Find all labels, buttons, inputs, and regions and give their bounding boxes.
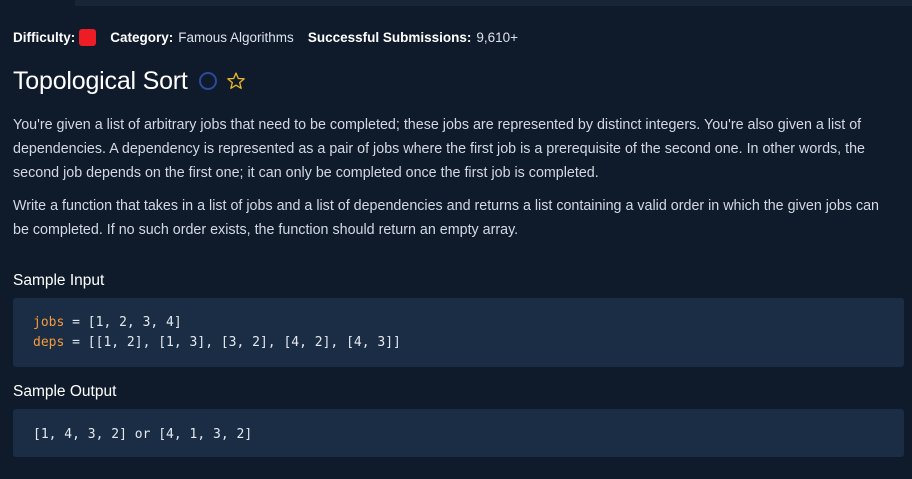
code-line: jobs = [1, 2, 3, 4] [33, 313, 904, 333]
sample-input-heading: Sample Input [13, 272, 105, 289]
sample-output-code: [1, 4, 3, 2] or [4, 1, 3, 2] [13, 409, 904, 457]
submissions-value: 9,610+ [476, 29, 519, 45]
submissions-label: Successful Submissions: [307, 29, 472, 45]
category-value: Famous Algorithms [178, 29, 294, 45]
code-value: = [[1, 2], [1, 3], [3, 2], [4, 2], [4, 3… [64, 335, 401, 350]
description-paragraph: Write a function that takes in a list of… [13, 198, 879, 238]
top-bar [0, 0, 912, 6]
title-row: Topological Sort [13, 64, 246, 98]
code-line: [1, 4, 3, 2] or [4, 1, 3, 2] [33, 427, 253, 442]
category: Category: Famous Algorithms [110, 30, 294, 45]
circle-outline-icon[interactable] [198, 72, 217, 90]
sample-input-code: jobs = [1, 2, 3, 4] deps = [[1, 2], [1, … [13, 298, 904, 367]
code-variable: deps [33, 335, 65, 350]
code-line: deps = [[1, 2], [1, 3], [3, 2], [4, 2], … [33, 333, 904, 353]
submissions: Successful Submissions: 9,610+ [308, 30, 518, 45]
category-label: Category: [110, 29, 174, 45]
top-bar-gap [0, 0, 75, 6]
code-variable: jobs [33, 315, 65, 330]
description-paragraph: You're given a list of arbitrary jobs th… [13, 117, 865, 181]
difficulty: Difficulty: [13, 28, 97, 46]
star-outline-icon[interactable] [226, 71, 246, 91]
problem-meta: Difficulty: Category: Famous Algorithms … [13, 27, 532, 47]
sample-output-heading: Sample Output [13, 383, 117, 400]
difficulty-badge [79, 28, 97, 46]
code-value: = [1, 2, 3, 4] [64, 315, 182, 330]
difficulty-label: Difficulty: [13, 29, 76, 45]
problem-title: Topological Sort [13, 66, 188, 95]
